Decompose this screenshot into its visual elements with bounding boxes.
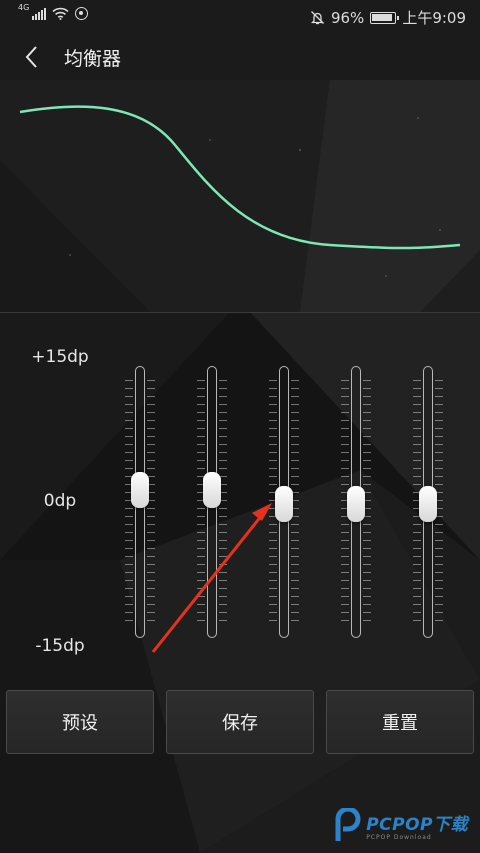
eq-band-slider-4[interactable] (341, 366, 371, 638)
eq-band-slider-3[interactable] (269, 366, 299, 638)
pcpop-logo-icon (335, 808, 361, 841)
preset-button[interactable]: 预设 (6, 690, 154, 754)
eq-response-curve (19, 105, 461, 250)
slider-knob[interactable] (347, 485, 365, 522)
eq-band-slider-2[interactable] (197, 366, 227, 638)
level-label-max: +15dp (31, 347, 89, 367)
status-left: 4G (18, 3, 89, 20)
save-button[interactable]: 保存 (166, 690, 314, 754)
watermark: PCPOP下载 PCPOP Download (332, 808, 468, 842)
slider-knob[interactable] (131, 471, 149, 508)
battery-icon (370, 11, 400, 24)
mute-bell-icon (310, 11, 325, 25)
hotspot-icon (75, 7, 89, 20)
status-bar: 4G 96% 上午9:09 (0, 0, 480, 34)
battery-percent: 96% (330, 8, 365, 27)
slider-knob[interactable] (275, 485, 293, 522)
panel-divider (0, 312, 480, 313)
reset-button[interactable]: 重置 (326, 690, 474, 754)
status-right: 96% 上午9:09 (310, 7, 466, 28)
eq-curve-panel (19, 105, 461, 277)
signal-icon (32, 7, 47, 20)
level-label-zero: 0dp (43, 491, 77, 511)
eq-band-slider-5[interactable] (413, 366, 443, 638)
star-dots (69, 117, 441, 277)
watermark-tagline: PCPOP Download (366, 833, 432, 841)
back-button[interactable] (14, 40, 48, 74)
page-title: 均衡器 (64, 48, 122, 70)
slider-knob[interactable] (203, 471, 221, 508)
level-label-min: -15dp (35, 636, 85, 656)
chevron-left-icon (25, 46, 37, 68)
status-time: 上午9:09 (402, 9, 466, 27)
eq-band-slider-1[interactable] (125, 366, 155, 638)
wifi-icon (52, 7, 69, 20)
slider-knob[interactable] (419, 485, 437, 522)
network-badge: 4G (18, 3, 30, 12)
watermark-brand: PCPOP下载 (366, 814, 468, 835)
app-header: 均衡器 (0, 34, 480, 80)
